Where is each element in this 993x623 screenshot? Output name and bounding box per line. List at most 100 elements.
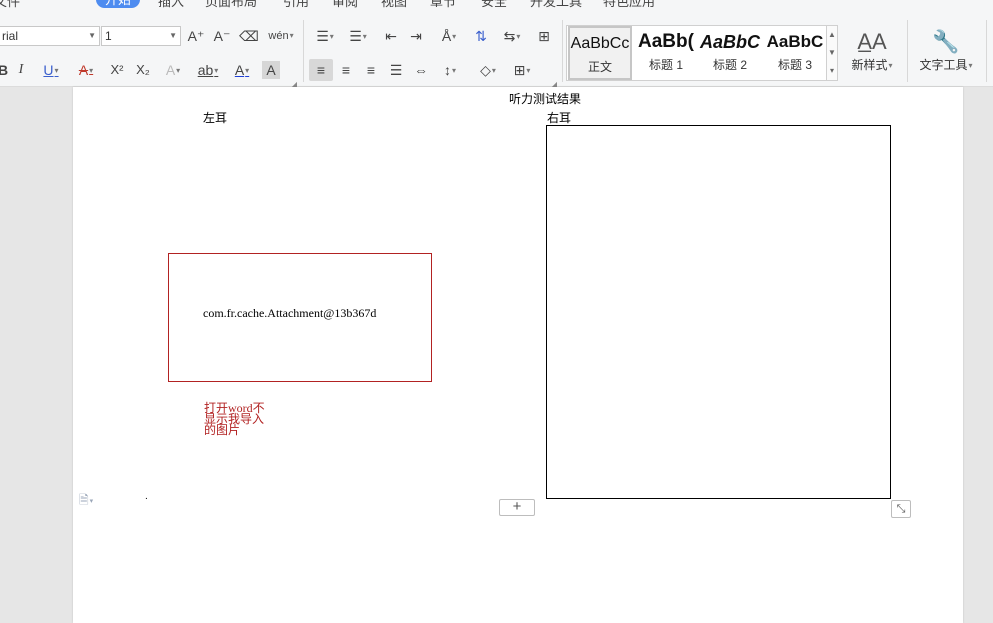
text-effect-button[interactable]: A▾ [160,59,186,81]
wrench-icon: 🔧 [932,29,960,54]
right-ear-label: 右耳 [547,111,572,125]
expand-gallery-icon[interactable]: ▾ [827,62,837,80]
paragraph-marker[interactable]: 🗎▾ [79,491,93,512]
tab-insert[interactable]: 插入 [158,0,184,8]
justify-icon: ☰ [389,62,403,78]
ribbon-tabs: 文件 开始 插入 页面布局 引用 审阅 视图 章节 安全 开发工具 特色应用 [0,0,993,8]
phonetic-guide-button[interactable]: wén▾ [266,25,296,47]
subscript-button[interactable]: X₂ [132,59,154,81]
distributed-button[interactable]: ⇔ [410,59,432,81]
line-spacing-rules-button[interactable]: ⇆▾ [498,25,526,47]
distributed-icon: ⇔ [414,62,428,78]
tab-references[interactable]: 引用 [283,0,309,8]
line-spacing-icon: ↕ [443,62,451,78]
align-right-icon: ≡ [366,62,376,78]
style-heading-3[interactable]: AaBbC 标题 3 [763,26,827,80]
text-effect-label: A [165,62,176,78]
chevron-up-icon[interactable]: ▲ [827,26,837,44]
increase-indent-button[interactable]: ⇥ [406,25,426,47]
tab-file[interactable]: 文件 [0,0,20,8]
outdent-icon: ⇤ [385,28,397,44]
ribbon: rial ▼ 1 ▼ A⁺ A⁻ ⌫ wén▾ B I U▾ A▾ X² X₂ … [0,8,993,89]
style-normal[interactable]: AaBbCc 正文 [568,26,632,80]
chevron-down-icon[interactable]: ▼ [827,44,837,62]
font-name-select[interactable]: rial ▼ [0,26,100,46]
style-heading-1[interactable]: AaBb( 标题 1 [634,26,698,80]
shading-button[interactable]: ◇▾ [473,59,503,81]
chevron-down-icon: ▼ [169,31,177,40]
font-color-label: A [234,62,245,78]
group-divider [303,20,304,82]
text-tools-button[interactable]: 🔧 文字工具▾ [914,28,978,73]
new-style-button[interactable]: A̲A 新样式▾ [846,28,898,73]
tab-review[interactable]: 审阅 [332,0,358,8]
align-left-icon: ≡ [316,62,326,78]
grow-font-button[interactable]: A⁺ [186,25,206,47]
superscript-button[interactable]: X² [106,59,128,81]
font-name-value: rial [2,29,19,43]
borders-button[interactable]: ⊞▾ [507,59,537,81]
justify-button[interactable]: ☰ [385,59,407,81]
styles-scroll[interactable]: ▲ ▼ ▾ [826,25,838,81]
bullet-list-icon: ☰ [316,28,329,44]
document-title: 听力测试结果 [509,92,582,106]
new-style-icon: A̲A [857,29,887,54]
line-spacing-button[interactable]: ↕▾ [435,59,465,81]
style-sample: AaBb( [638,31,694,52]
clear-format-button[interactable]: ⌫ [238,25,260,47]
layout-icon: ⇆ [503,28,516,44]
tab-special-apps[interactable]: 特色应用 [603,0,655,8]
text-direction-button[interactable]: Å▾ [434,25,464,47]
sort-button[interactable]: ⇅ [470,25,492,47]
tab-view[interactable]: 视图 [381,0,407,8]
styles-gallery: AaBbCc 正文 AaBb( 标题 1 AaBbC 标题 2 AaBbC 标题… [566,25,838,81]
grid-button[interactable]: ⊞ [533,25,555,47]
align-right-button[interactable]: ≡ [360,59,382,81]
italic-button[interactable]: I [14,59,28,81]
missing-image-note: 打开word不显示我导入的图片 [204,401,265,437]
expand-button[interactable]: ⤡ [891,500,911,518]
right-ear-image-frame[interactable] [546,125,891,499]
paragraph-dot: . [145,491,148,502]
tab-home[interactable]: 开始 [96,0,141,8]
tab-security[interactable]: 安全 [481,0,507,8]
bullet-list-button[interactable]: ☰▾ [311,25,339,47]
tab-page-layout[interactable]: 页面布局 [205,0,257,8]
style-heading-2[interactable]: AaBbC 标题 2 [698,26,762,80]
align-center-icon: ≡ [341,62,351,78]
border-icon: ⊞ [513,62,526,78]
indent-icon: ⇥ [410,28,422,44]
style-label: 正文 [587,60,612,74]
style-label: 标题 1 [648,58,683,72]
expand-arrows-icon: ⤡ [896,503,906,515]
tab-developer[interactable]: 开发工具 [530,0,582,8]
align-left-button[interactable]: ≡ [309,59,333,81]
new-style-label: 新样式 [851,58,888,72]
bold-button[interactable]: B [0,59,10,81]
numbered-list-icon: ☰ [349,28,362,44]
highlight-label: ab [197,62,214,78]
paint-bucket-icon: ◇ [480,62,491,78]
strikethrough-label: A [78,62,89,78]
font-size-select[interactable]: 1 ▼ [101,26,181,46]
add-button[interactable]: + [499,499,535,516]
phonetic-label: wén [268,30,289,42]
char-shading-button[interactable]: A [262,61,280,79]
highlight-button[interactable]: ab▾ [193,59,223,81]
left-ear-image-placeholder[interactable]: com.fr.cache.Attachment@13b367d [168,253,432,382]
strikethrough-button[interactable]: A▾ [72,59,100,81]
document-page[interactable]: 听力测试结果 左耳 右耳 com.fr.cache.Attachment@13b… [73,87,963,623]
align-center-button[interactable]: ≡ [335,59,357,81]
style-label: 标题 2 [712,58,747,72]
left-ear-label: 左耳 [203,111,228,125]
numbered-list-button[interactable]: ☰▾ [344,25,372,47]
shrink-font-button[interactable]: A⁻ [212,25,232,47]
sort-icon: ⇅ [475,28,487,44]
decrease-indent-button[interactable]: ⇤ [381,25,401,47]
group-divider [562,20,563,82]
tab-section[interactable]: 章节 [430,0,456,8]
underline-button[interactable]: U▾ [36,59,66,81]
font-color-button[interactable]: A▾ [228,59,256,81]
document-icon: 🗎 [79,493,89,507]
text-direction-icon: Å [441,28,452,44]
